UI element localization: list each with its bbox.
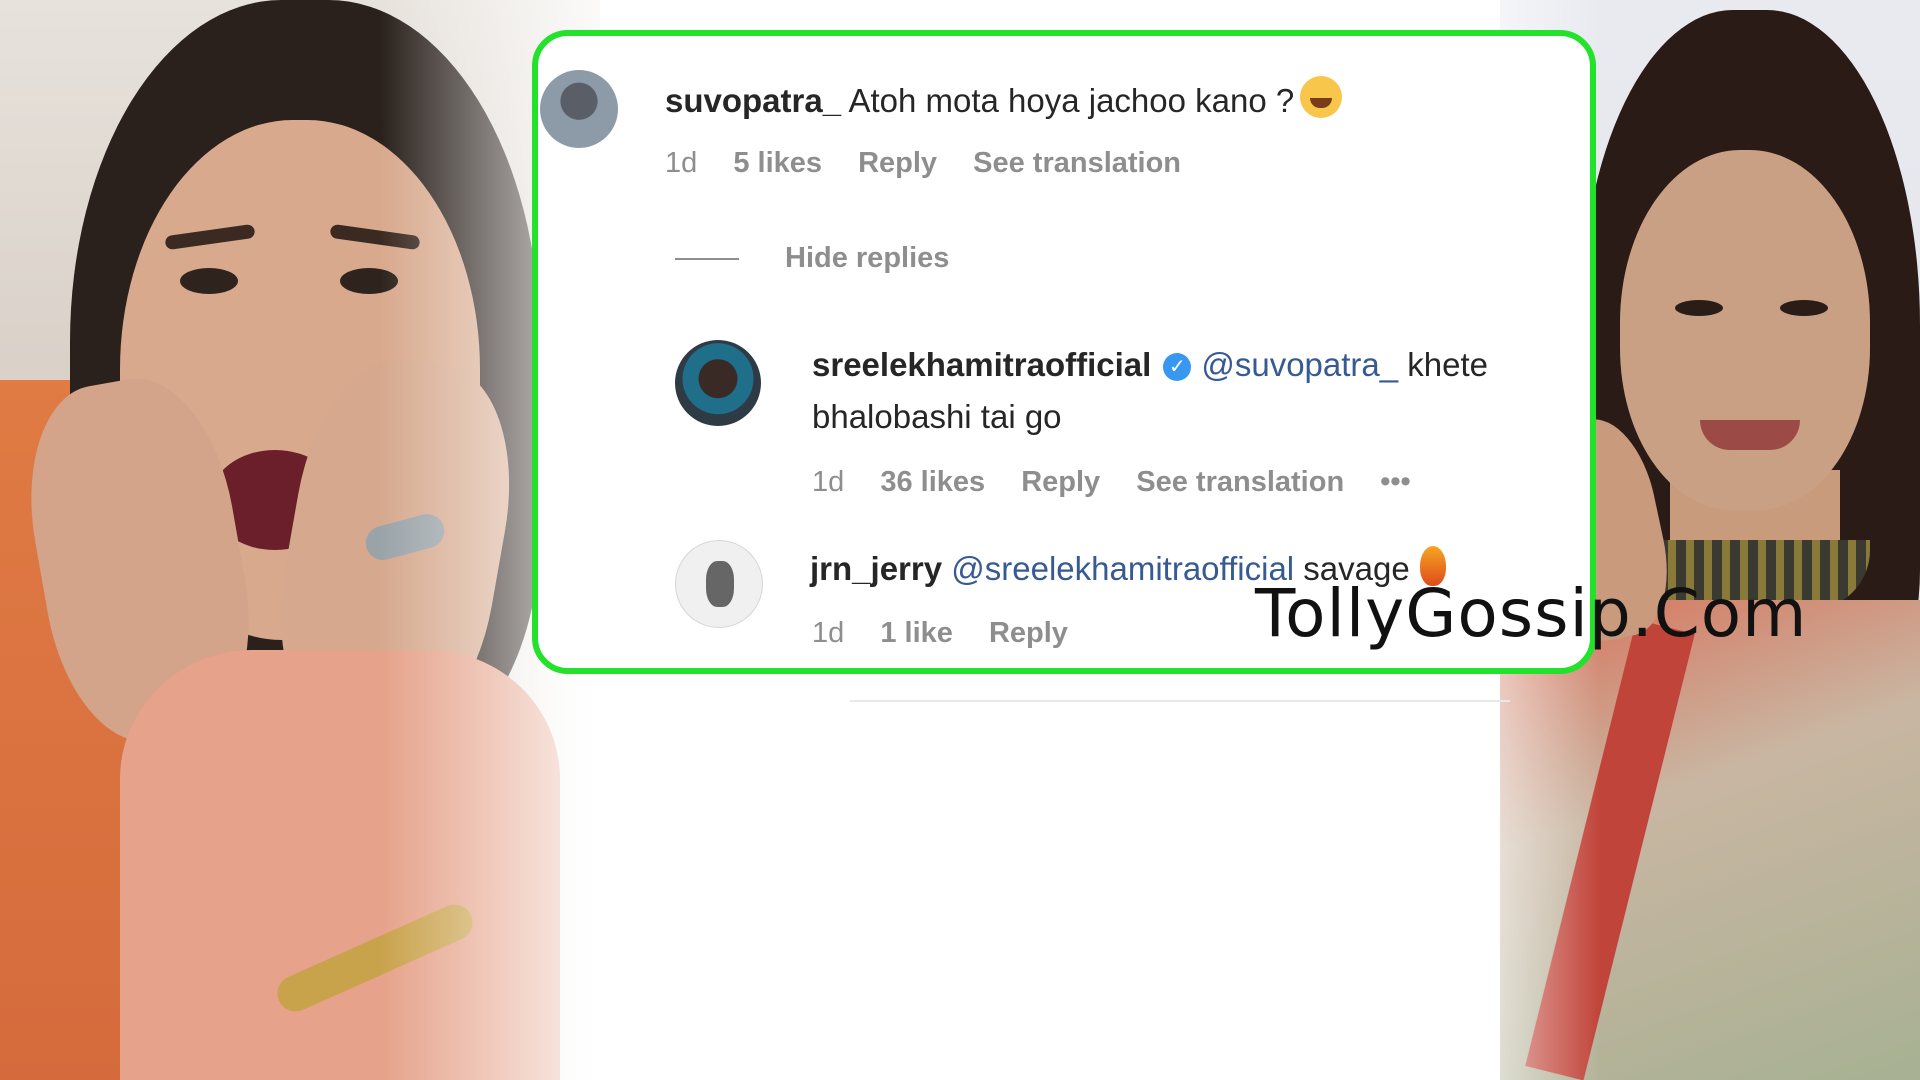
reply-body: sreelekhamitraofficial ✓ @suvopatra_ khete [812,346,1488,384]
reply-text: bhalobashi tai go [812,398,1062,435]
reply-meta: 1d 36 likes Reply See translation ••• [812,466,1439,499]
likes-count[interactable]: 36 likes [880,466,985,498]
reply-button[interactable]: Reply [1021,466,1100,498]
avatar-figure [706,561,734,607]
avatar[interactable] [675,340,761,426]
mention-link[interactable]: @suvopatra_ [1201,346,1398,383]
avatar[interactable] [675,540,763,628]
likes-count[interactable]: 5 likes [733,147,822,179]
comment-body: suvopatra_ Atoh mota hoya jachoo kano ? [665,76,1343,120]
avatar[interactable] [540,70,618,148]
see-translation-link[interactable]: See translation [973,147,1181,179]
reply-button[interactable]: Reply [858,147,937,179]
hide-replies-button[interactable]: Hide replies [785,242,977,275]
watermark: TollyGossip.Com [1255,575,1808,652]
comment-username[interactable]: suvopatra_ [665,82,841,119]
reply-time: 1d [812,617,845,649]
eye [1780,300,1828,316]
divider [850,700,1510,702]
verified-badge-icon: ✓ [1163,353,1192,381]
reply-body-line2: bhalobashi tai go [812,398,1062,436]
likes-count[interactable]: 1 like [880,617,953,649]
face [1620,150,1870,510]
eye [1675,300,1723,316]
reply-text: khete [1407,346,1489,383]
reply-time: 1d [812,466,845,498]
eye [180,268,238,294]
laughing-tears-emoji-icon [1300,76,1343,118]
lips [1700,420,1800,450]
comment-time: 1d [665,147,698,179]
reply-meta: 1d 1 like Reply [812,617,1096,650]
reply-username[interactable]: jrn_jerry [810,550,942,587]
comment-meta: 1d 5 likes Reply See translation [665,147,1209,180]
reply-username[interactable]: sreelekhamitraofficial [812,346,1151,383]
reply-button[interactable]: Reply [989,617,1068,649]
mention-link[interactable]: @sreelekhamitraofficial [951,550,1294,587]
more-options-icon[interactable]: ••• [1380,466,1410,498]
replies-line [675,258,739,260]
comment-text: Atoh mota hoya jachoo kano ? [848,82,1295,119]
see-translation-link[interactable]: See translation [1136,466,1344,498]
hide-replies-label: Hide replies [785,242,950,274]
